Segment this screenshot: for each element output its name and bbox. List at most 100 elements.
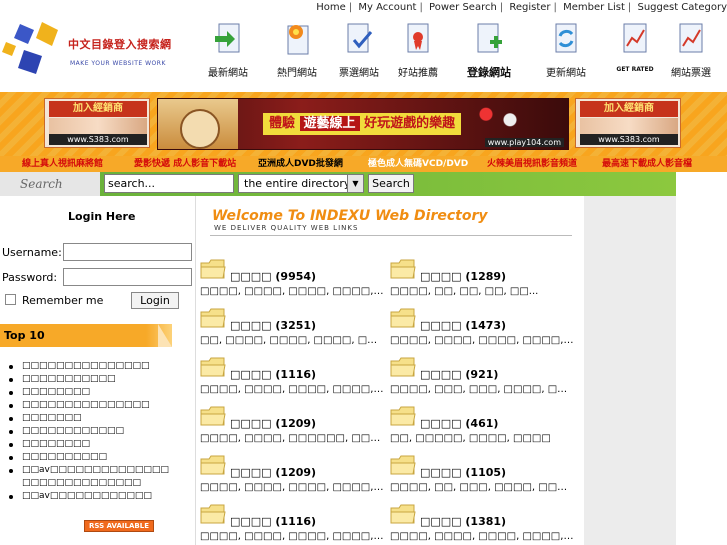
list-item[interactable]: □□□□□□□ bbox=[8, 412, 176, 425]
category-name[interactable]: □□□□ (1381) bbox=[420, 515, 506, 528]
username-field[interactable] bbox=[63, 243, 192, 261]
suggest-category-link[interactable]: Suggest Category bbox=[637, 2, 727, 13]
subcategory-links[interactable]: □□□□, □□□, □□□, □□□□, □□□□... bbox=[390, 384, 575, 395]
category-name[interactable]: □□□□ (921) bbox=[420, 368, 498, 381]
category-name[interactable]: □□□□ (3251) bbox=[230, 319, 316, 332]
category-item[interactable]: □□□□ (1381) □□□□, □□□□, □□□□, □□□□, □□□□.… bbox=[390, 503, 575, 545]
list-item[interactable]: □□□□□□□□ bbox=[8, 438, 176, 451]
member-list-link[interactable]: Member List bbox=[563, 2, 625, 13]
sponsor-link[interactable]: 愛影快遞 成人影音下載站 bbox=[134, 156, 236, 172]
list-item[interactable]: □□av□□□□□□□□□□□□□□□□□□□□□□□□□□□□ bbox=[8, 464, 176, 490]
site-logo[interactable]: 中文目錄登入搜索網 make your website work bbox=[0, 16, 185, 92]
nav-get-rated[interactable]: GET RATED bbox=[604, 22, 666, 82]
sponsor-link[interactable]: 亞洲成人DVD批發網 bbox=[258, 156, 343, 172]
banner-image bbox=[580, 118, 678, 135]
subcategory-links[interactable]: □□□□, □□□□, □□□□, □□□□, □□□□... bbox=[390, 335, 575, 346]
subcategory-links[interactable]: □□, □□□□□, □□□□, □□□□ bbox=[390, 433, 575, 444]
chart-page-icon bbox=[623, 23, 647, 53]
category-item[interactable]: □□□□ (3251) □□, □□□□, □□□□, □□□□, □□□□... bbox=[200, 307, 385, 352]
list-item[interactable]: □□□□□□□□□□□□□□□ bbox=[8, 399, 176, 412]
category-name[interactable]: □□□□ (1209) bbox=[230, 417, 316, 430]
register-link[interactable]: Register bbox=[509, 2, 550, 13]
subcategory-links[interactable]: □□□□, □□□□, □□□□□□, □□□□, □□□□... bbox=[200, 433, 385, 444]
subcategory-links[interactable]: □□□□, □□□□, □□□□, □□□□, □□□□... bbox=[200, 384, 385, 395]
category-name[interactable]: □□□□ (1473) bbox=[420, 319, 506, 332]
folder-icon bbox=[200, 259, 226, 279]
category-item[interactable]: □□□□ (1209) □□□□, □□□□, □□□□□□, □□□□, □□□… bbox=[200, 405, 385, 450]
subcategory-links[interactable]: □□□□, □□□□, □□□□, □□□□, □□□□... bbox=[200, 531, 385, 542]
category-name[interactable]: □□□□ (1116) bbox=[230, 515, 316, 528]
remember-me-label: Remember me bbox=[22, 294, 104, 307]
search-scope-select[interactable]: the entire directory ▼ bbox=[238, 174, 364, 193]
left-sidebar: Login Here Username: Password: Remember … bbox=[0, 196, 196, 545]
nav-label: 登錄網站 bbox=[467, 66, 511, 79]
category-item[interactable]: □□□□ (1209) □□□□, □□□□, □□□□, □□□□, □□□□.… bbox=[200, 454, 385, 499]
nav-site-voting[interactable]: 網站票選 bbox=[660, 22, 722, 82]
banner-image bbox=[49, 118, 147, 135]
list-item[interactable]: □□□□□□□□ bbox=[8, 386, 176, 399]
divider bbox=[210, 235, 572, 236]
remember-me-checkbox[interactable] bbox=[5, 294, 16, 305]
category-name[interactable]: □□□□ (1209) bbox=[230, 466, 316, 479]
category-item[interactable]: □□□□ (1116) □□□□, □□□□, □□□□, □□□□, □□□□.… bbox=[200, 503, 385, 545]
search-input[interactable] bbox=[104, 174, 234, 193]
folder-icon bbox=[390, 357, 416, 377]
nav-hot-sites[interactable]: 熱門網站 bbox=[266, 22, 328, 82]
subcategory-links[interactable]: □□□□, □□, □□, □□, □□... bbox=[390, 286, 575, 297]
game-banner[interactable]: 體驗 遊藝線上 好玩遊戲的樂趣 www.play104.com bbox=[157, 98, 569, 150]
home-link[interactable]: Home bbox=[316, 2, 346, 13]
category-item[interactable]: □□□□ (1105) □□□□, □□, □□□, □□□□, □□□□... bbox=[390, 454, 575, 499]
dealer-banner-right[interactable]: 加入經銷商 www.S383.com bbox=[575, 98, 681, 148]
search-button[interactable]: Search bbox=[368, 174, 414, 193]
subcategory-links[interactable]: □□□□, □□□□, □□□□, □□□□, □□□□... bbox=[200, 482, 385, 493]
chevron-down-icon[interactable]: ▼ bbox=[347, 175, 363, 192]
subcategory-links[interactable]: □□□□, □□□□, □□□□, □□□□, □□□□... bbox=[200, 286, 385, 297]
category-item[interactable]: □□□□ (461) □□, □□□□□, □□□□, □□□□ bbox=[390, 405, 575, 450]
category-item[interactable]: □□□□ (1289) □□□□, □□, □□, □□, □□... bbox=[390, 258, 575, 303]
folder-icon bbox=[390, 455, 416, 475]
nav-submit-site[interactable]: 登錄網站 bbox=[458, 22, 520, 82]
slogan-part: 體驗 bbox=[269, 116, 296, 131]
folder-icon bbox=[390, 504, 416, 524]
list-item[interactable]: □□□□□□□□□□□□ bbox=[8, 425, 176, 438]
list-item[interactable]: □□□□□□□□□□ bbox=[8, 451, 176, 464]
category-name[interactable]: □□□□ (1116) bbox=[230, 368, 316, 381]
rss-badge[interactable]: RSS AVAILABLE bbox=[84, 520, 154, 532]
top-links: Home | My Account | Power Search | Register… bbox=[316, 2, 727, 13]
sponsor-link[interactable]: 最高速下載成人影音檔 bbox=[602, 156, 692, 172]
sponsor-link[interactable]: 火辣美眉視訊影音頻道 bbox=[487, 156, 577, 172]
search-bar-end bbox=[676, 172, 727, 196]
nav-label: 網站票選 bbox=[671, 68, 711, 79]
category-item[interactable]: □□□□ (1473) □□□□, □□□□, □□□□, □□□□, □□□□.… bbox=[390, 307, 575, 352]
list-item[interactable]: □□□□□□□□□□□ bbox=[8, 373, 176, 386]
password-field[interactable] bbox=[63, 268, 192, 286]
subcategory-links[interactable]: □□□□, □□□□, □□□□, □□□□, □□□□... bbox=[390, 531, 575, 542]
nav-updated-sites[interactable]: 更新網站 bbox=[535, 22, 597, 82]
category-item[interactable]: □□□□ (9954) □□□□, □□□□, □□□□, □□□□, □□□□.… bbox=[200, 258, 385, 303]
nav-label: 好站推薦 bbox=[398, 68, 438, 79]
sponsor-link[interactable]: 線上真人視訊麻將館 bbox=[22, 156, 103, 172]
nav-recommended-sites[interactable]: 好站推薦 bbox=[387, 22, 449, 82]
nav-new-sites[interactable]: 最新網站 bbox=[197, 22, 259, 82]
folder-icon bbox=[200, 406, 226, 426]
category-item[interactable]: □□□□ (1116) □□□□, □□□□, □□□□, □□□□, □□□□.… bbox=[200, 356, 385, 401]
list-item[interactable]: □□□□□□□□□□□□□□□ bbox=[8, 360, 176, 373]
nav-voted-sites[interactable]: 票選網站 bbox=[328, 22, 390, 82]
category-name[interactable]: □□□□ (9954) bbox=[230, 270, 316, 283]
sponsor-link[interactable]: 極色成人無碼VCD/DVD bbox=[368, 156, 468, 172]
search-scope-value: the entire directory bbox=[244, 177, 351, 190]
dealer-banner-left[interactable]: 加入經銷商 www.S383.com bbox=[44, 98, 150, 148]
category-name[interactable]: □□□□ (461) bbox=[420, 417, 498, 430]
list-item[interactable]: □□av□□□□□□□□□□□□ bbox=[8, 490, 176, 503]
banner-url: www.S383.com bbox=[580, 134, 678, 145]
login-button[interactable]: Login bbox=[131, 292, 179, 309]
login-title: Login Here bbox=[68, 210, 136, 223]
subcategory-links[interactable]: □□□□, □□, □□□, □□□□, □□□□... bbox=[390, 482, 575, 493]
my-account-link[interactable]: My Account bbox=[358, 2, 416, 13]
category-name[interactable]: □□□□ (1289) bbox=[420, 270, 506, 283]
category-name[interactable]: □□□□ (1105) bbox=[420, 466, 506, 479]
subcategory-links[interactable]: □□, □□□□, □□□□, □□□□, □□□□... bbox=[200, 335, 385, 346]
power-search-link[interactable]: Power Search bbox=[429, 2, 497, 13]
category-item[interactable]: □□□□ (921) □□□□, □□□, □□□, □□□□, □□□□... bbox=[390, 356, 575, 401]
folder-icon bbox=[200, 357, 226, 377]
